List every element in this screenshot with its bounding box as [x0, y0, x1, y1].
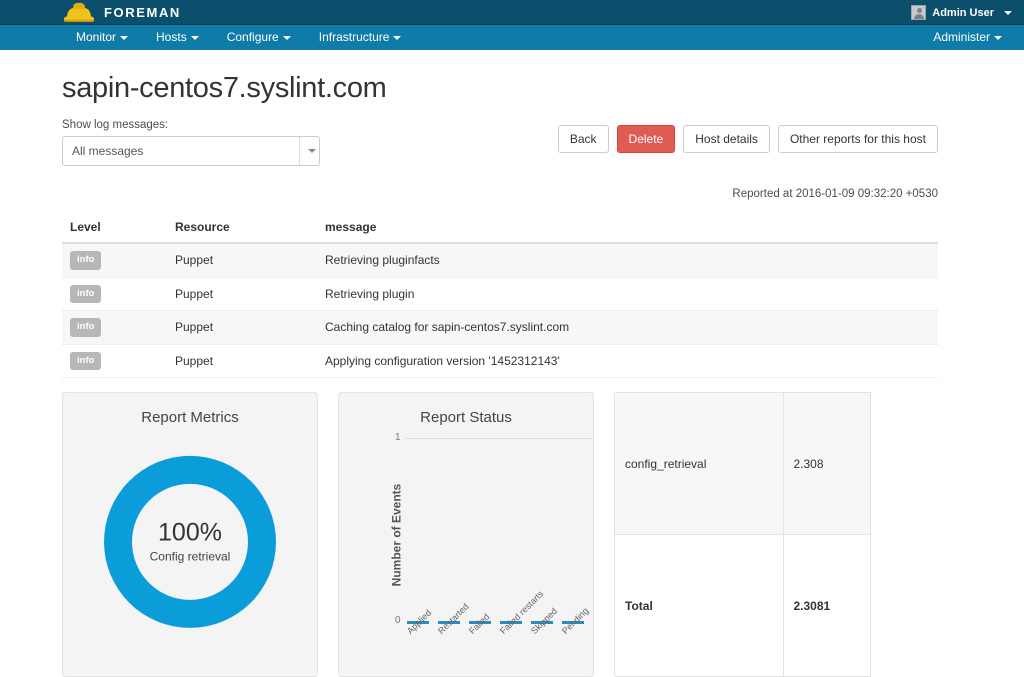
brand-name: FOREMAN — [104, 4, 181, 20]
delete-button[interactable]: Delete — [616, 125, 676, 153]
log-filter: Show log messages: All messages — [62, 119, 320, 166]
metrics-table-body: config_retrieval 2.308 Total 2.3081 — [615, 393, 871, 676]
chevron-down-icon — [994, 35, 1002, 40]
chevron-down-icon — [282, 35, 291, 40]
nav-item-hosts[interactable]: Hosts — [142, 25, 213, 50]
cell-resource: Puppet — [167, 310, 317, 345]
cell-level: info — [62, 344, 167, 378]
report-metrics-panel: Report Metrics 100% Config retrieval — [62, 392, 318, 677]
reported-at-text: Reported at 2016-01-09 09:32:20 +0530 — [732, 188, 938, 200]
cell-level: info — [62, 310, 167, 345]
donut-label: Config retrieval — [149, 549, 231, 564]
status-badge: info — [70, 251, 102, 270]
nav-item-hosts-label: Hosts — [156, 30, 187, 44]
column-header-level[interactable]: Level — [62, 212, 167, 244]
chevron-down-icon — [393, 35, 402, 40]
main-navbar: Monitor Hosts Configure Infrastructure A… — [0, 25, 1024, 50]
cell-message: Retrieving plugin — [317, 277, 938, 311]
donut-center-label: 100% Config retrieval — [130, 519, 250, 564]
log-filter-selected-value: All messages — [72, 144, 144, 158]
status-badge: info — [70, 318, 102, 337]
hardhat-icon — [62, 1, 96, 23]
table-row: info Puppet Retrieving pluginfacts — [62, 243, 938, 278]
nav-item-administer[interactable]: Administer — [919, 25, 1016, 50]
column-header-message[interactable]: message — [317, 212, 938, 244]
brand-logo[interactable]: FOREMAN — [62, 0, 181, 25]
nav-item-configure[interactable]: Configure — [213, 25, 305, 50]
metrics-table: config_retrieval 2.308 Total 2.3081 — [615, 393, 871, 676]
nav-item-monitor-label: Monitor — [76, 30, 117, 44]
avatar-icon — [911, 5, 927, 20]
status-badge: info — [70, 284, 102, 303]
nav-item-administer-label: Administer — [933, 30, 990, 44]
table-row: info Puppet Applying configuration versi… — [62, 344, 938, 378]
y-tick-1: 1 — [395, 432, 401, 443]
chevron-down-icon[interactable] — [299, 137, 319, 165]
status-badge: info — [70, 351, 102, 370]
page-title: sapin-centos7.syslint.com — [62, 72, 387, 104]
cell-resource: Puppet — [167, 243, 317, 278]
chevron-down-icon — [120, 35, 129, 40]
page-body: sapin-centos7.syslint.com Show log messa… — [0, 72, 1024, 677]
log-filter-label: Show log messages: — [62, 119, 169, 131]
nav-right: Administer — [919, 25, 1016, 50]
cell-message: Caching catalog for sapin-centos7.syslin… — [317, 310, 938, 345]
cell-metric-name: config_retrieval — [615, 393, 784, 535]
log-filter-select[interactable]: All messages — [62, 136, 320, 166]
nav-item-infrastructure[interactable]: Infrastructure — [305, 25, 416, 50]
config-retrieval-donut-chart: 100% Config retrieval — [104, 455, 276, 628]
back-button[interactable]: Back — [557, 125, 609, 153]
y-tick-0: 0 — [395, 615, 401, 626]
chevron-down-icon — [1004, 10, 1012, 15]
report-status-chart: Number of Events 1 0 Applied Restarted F… — [339, 393, 593, 676]
report-status-panel: Report Status Number of Events 1 0 Appli… — [338, 392, 594, 677]
other-reports-button[interactable]: Other reports for this host — [777, 125, 938, 153]
cell-level: info — [62, 243, 167, 278]
cell-metric-total-value: 2.3081 — [783, 534, 871, 676]
table-row: info Puppet Retrieving plugin — [62, 277, 938, 311]
user-menu[interactable]: Admin User — [911, 0, 1012, 25]
log-table-head: Level Resource message — [62, 212, 938, 244]
report-metrics-table-panel: config_retrieval 2.308 Total 2.3081 — [614, 392, 871, 677]
cell-resource: Puppet — [167, 277, 317, 311]
y-axis-label: Number of Events — [389, 483, 404, 586]
cell-resource: Puppet — [167, 344, 317, 378]
chevron-down-icon — [190, 35, 199, 40]
column-header-resource[interactable]: Resource — [167, 212, 317, 244]
cell-message: Applying configuration version '14523121… — [317, 344, 938, 378]
cell-message: Retrieving pluginfacts — [317, 243, 938, 278]
table-row: info Puppet Caching catalog for sapin-ce… — [62, 310, 938, 345]
log-table-body: info Puppet Retrieving pluginfacts info … — [62, 243, 938, 378]
log-table-header-row: Level Resource message — [62, 212, 938, 244]
donut-percent: 100% — [158, 518, 222, 547]
report-metrics-title: Report Metrics — [141, 409, 239, 426]
user-menu-label: Admin User — [932, 6, 994, 19]
host-details-button[interactable]: Host details — [683, 125, 770, 153]
nav-items: Monitor Hosts Configure Infrastructure — [62, 25, 415, 50]
nav-item-configure-label: Configure — [226, 30, 279, 44]
cell-metric-total-name: Total — [615, 534, 784, 676]
nav-item-monitor[interactable]: Monitor — [62, 25, 142, 50]
content-container: sapin-centos7.syslint.com Show log messa… — [62, 72, 938, 677]
top-brand-bar: FOREMAN Admin User — [0, 0, 1024, 25]
cell-metric-value: 2.308 — [783, 393, 871, 535]
nav-item-infrastructure-label: Infrastructure — [318, 30, 390, 44]
log-table: Level Resource message info Puppet Retri… — [62, 212, 938, 378]
panels-row: Report Metrics 100% Config retrieval Rep… — [62, 392, 938, 677]
table-row: config_retrieval 2.308 — [615, 393, 871, 535]
gridline-top — [405, 438, 592, 439]
action-buttons: Back Delete Host details Other reports f… — [557, 119, 938, 153]
cell-level: info — [62, 277, 167, 311]
table-row: Total 2.3081 — [615, 534, 871, 676]
toolbar-row: Show log messages: All messages Back Del… — [62, 119, 938, 166]
